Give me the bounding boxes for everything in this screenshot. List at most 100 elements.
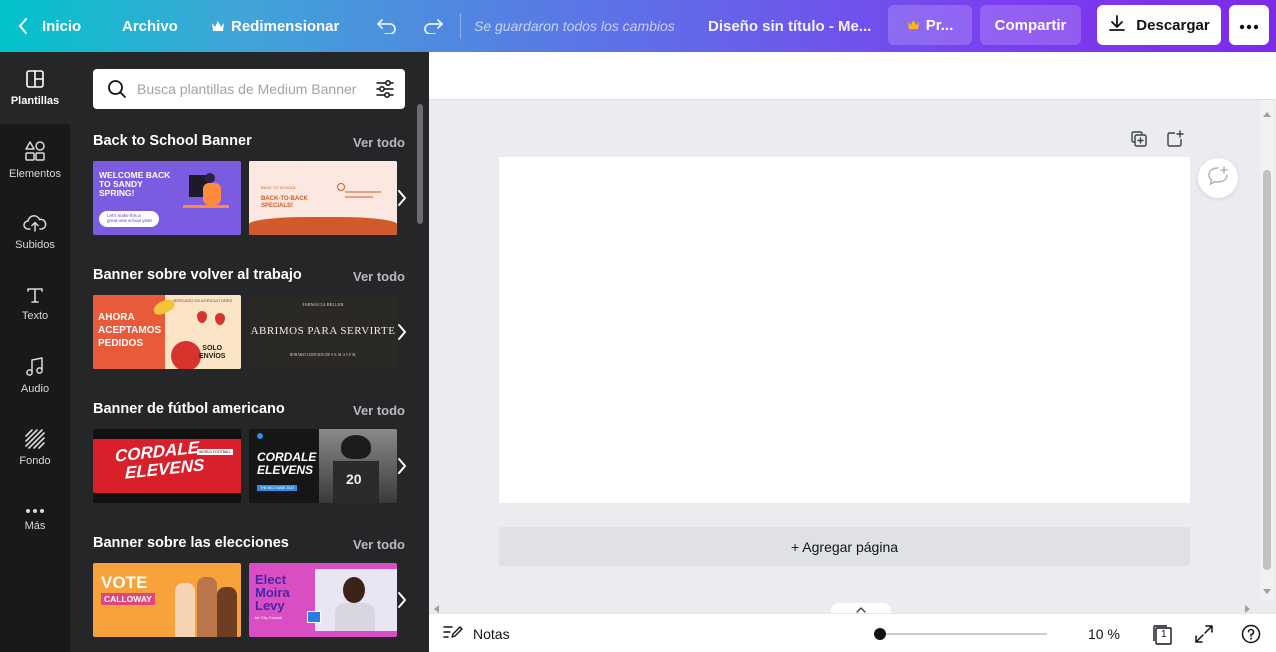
thumb-text: CALLOWAY [101, 593, 155, 605]
more-options-button[interactable] [1229, 5, 1269, 45]
expand-arrows-icon [1194, 625, 1214, 648]
scroll-down-icon[interactable] [1263, 582, 1271, 600]
rail-item-audio[interactable]: Audio [0, 340, 70, 412]
template-thumbnail[interactable]: CORDALE ELEVENS THE BIG GAME 2022 20 [249, 429, 397, 503]
person-illustration [203, 183, 221, 205]
templates-icon [25, 69, 45, 89]
rail-label: Texto [21, 310, 49, 322]
candidate-photo [335, 603, 375, 631]
thumb-text: ELEVENS [257, 463, 314, 477]
help-question-icon [1241, 624, 1261, 648]
thumb-text: SOLO [202, 345, 223, 352]
rail-item-uploads[interactable]: Subidos [0, 196, 70, 268]
redo-button[interactable] [422, 0, 444, 52]
template-thumbnail[interactable]: VOTE CALLOWAY [93, 563, 241, 637]
download-button[interactable]: Descargar [1097, 5, 1221, 45]
helmet-illustration [341, 435, 371, 459]
rail-item-templates[interactable]: Plantillas [0, 52, 70, 124]
crown-icon [907, 17, 920, 34]
rail-item-more[interactable]: Más [0, 484, 70, 556]
notes-button[interactable]: Notas [443, 624, 510, 643]
strawberry-illustration [197, 311, 207, 323]
thumb-text: MERCADO DE AGRICULTORES [173, 298, 233, 303]
see-all-link[interactable]: Ver todo [353, 135, 405, 150]
vertical-scrollbar[interactable] [1260, 100, 1274, 600]
elements-icon [24, 140, 46, 162]
search-input[interactable]: Busca plantillas de Medium Banner [137, 81, 365, 97]
zoom-slider-handle[interactable] [874, 628, 886, 640]
chevron-right-icon[interactable] [396, 456, 408, 476]
rail-item-background[interactable]: Fondo [0, 412, 70, 484]
fist-illustration [175, 583, 195, 637]
share-button[interactable]: Compartir [980, 5, 1081, 45]
chevron-right-icon[interactable] [396, 188, 408, 208]
template-thumbnail[interactable]: FARMACIA BELLER ABRIMOS PARA SERVIRTE HO… [249, 295, 397, 369]
thumb-text: HORARIO LIMITADO DE 9 A. M. A 5 P. M. [289, 353, 357, 357]
thumb-text: WORLD FOOTBALL [197, 449, 234, 455]
zoom-slider[interactable] [880, 633, 1047, 635]
section-title: Banner sobre volver al trabajo [93, 267, 302, 283]
resize-button[interactable]: Redimensionar [211, 0, 339, 52]
see-all-link[interactable]: Ver todo [353, 537, 405, 552]
candidate-photo [343, 577, 365, 603]
panel-scrollbar[interactable] [417, 104, 423, 224]
section-title: Back to School Banner [93, 133, 252, 149]
search-box[interactable]: Busca plantillas de Medium Banner [93, 69, 405, 109]
redo-icon [422, 18, 444, 34]
template-thumbnail[interactable]: WELCOME BACK TO SANDY SPRING! Let's make… [93, 161, 241, 235]
template-thumbnail[interactable]: AHORA ACEPTAMOS PEDIDOS MERCADO DE AGRIC… [93, 295, 241, 369]
undo-icon [376, 18, 398, 34]
divider [460, 0, 461, 52]
fist-illustration [197, 577, 217, 637]
see-all-link[interactable]: Ver todo [353, 403, 405, 418]
home-link[interactable]: Inicio [18, 0, 81, 52]
scroll-up-icon[interactable] [1263, 104, 1271, 122]
zoom-level[interactable]: 10 % [1088, 626, 1120, 642]
download-label: Descargar [1136, 16, 1210, 34]
person-illustration [205, 173, 215, 183]
thumb-text: great new school year! [107, 218, 153, 223]
pro-button[interactable]: Pr... [888, 5, 972, 45]
wave-shape [249, 217, 397, 235]
add-comment-button[interactable] [1198, 158, 1238, 198]
notes-pencil-icon [443, 624, 463, 643]
thumb-text: BACK-TO-BACK [261, 196, 308, 202]
scrollbar-thumb[interactable] [1263, 170, 1271, 570]
context-toolbar [429, 52, 1276, 100]
rail-label: Plantillas [10, 95, 60, 107]
rail-label: Fondo [19, 455, 51, 467]
canvas-workspace: + Agregar página Notas 10 % 1 [429, 52, 1276, 652]
undo-button[interactable] [376, 0, 398, 52]
thumb-text: Levy [255, 598, 285, 613]
see-all-link[interactable]: Ver todo [353, 269, 405, 284]
rail-item-elements[interactable]: Elementos [0, 124, 70, 196]
template-thumbnail[interactable]: BACK TO SCHOOL BACK-TO-BACK SPECIALS! [249, 161, 397, 235]
chevron-right-icon[interactable] [396, 590, 408, 610]
template-thumbnail[interactable]: Elect Moira Levy for City Council [249, 563, 397, 637]
add-page-icon[interactable] [1166, 130, 1184, 153]
text-icon [26, 286, 44, 304]
design-page[interactable] [499, 157, 1190, 503]
desk-illustration [183, 205, 229, 208]
home-label: Inicio [42, 17, 82, 35]
page-count: 1 [1161, 629, 1167, 640]
add-page-button[interactable]: + Agregar página [499, 527, 1190, 566]
fullscreen-button[interactable] [1194, 624, 1214, 649]
filter-sliders-icon[interactable] [375, 79, 395, 104]
page-count-button[interactable]: 1 [1152, 624, 1174, 651]
resize-label: Redimensionar [231, 17, 340, 35]
file-menu[interactable]: Archivo [122, 0, 178, 52]
thumb-text: FARMACIA BELLER [302, 302, 344, 307]
chevron-right-icon[interactable] [396, 322, 408, 342]
thumb-text: SPRING! [99, 188, 135, 198]
rail-label: Audio [20, 383, 50, 395]
thumb-text: BACK TO SCHOOL [261, 185, 297, 190]
more-horizontal-icon [1239, 17, 1259, 34]
help-button[interactable] [1241, 624, 1261, 649]
rail-item-text[interactable]: Texto [0, 268, 70, 340]
document-title[interactable]: Diseño sin título - Me... [708, 0, 871, 52]
template-thumbnail[interactable]: CORDALE ELEVENS WORLD FOOTBALL [93, 429, 241, 503]
duplicate-page-icon[interactable] [1130, 130, 1148, 153]
thumb-text: AHORA [98, 312, 135, 323]
bottom-bar: Notas 10 % 1 [429, 613, 1276, 652]
